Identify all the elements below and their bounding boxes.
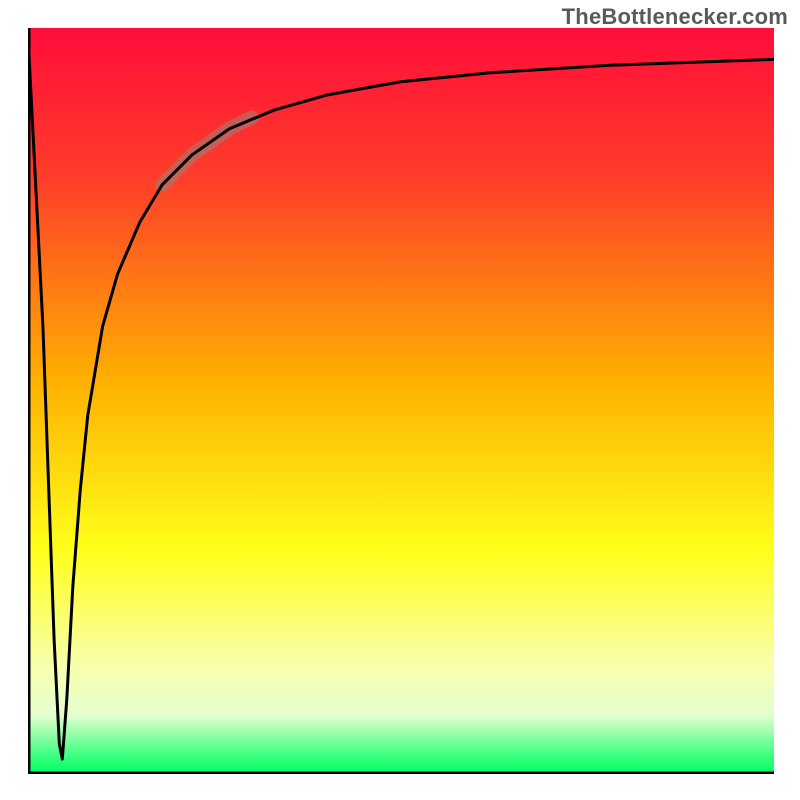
chart-container: TheBottlenecker.com [0, 0, 800, 800]
attribution-label: TheBottlenecker.com [562, 4, 788, 30]
gradient-background [28, 28, 774, 774]
plot-area [28, 28, 774, 774]
chart-svg [28, 28, 774, 774]
